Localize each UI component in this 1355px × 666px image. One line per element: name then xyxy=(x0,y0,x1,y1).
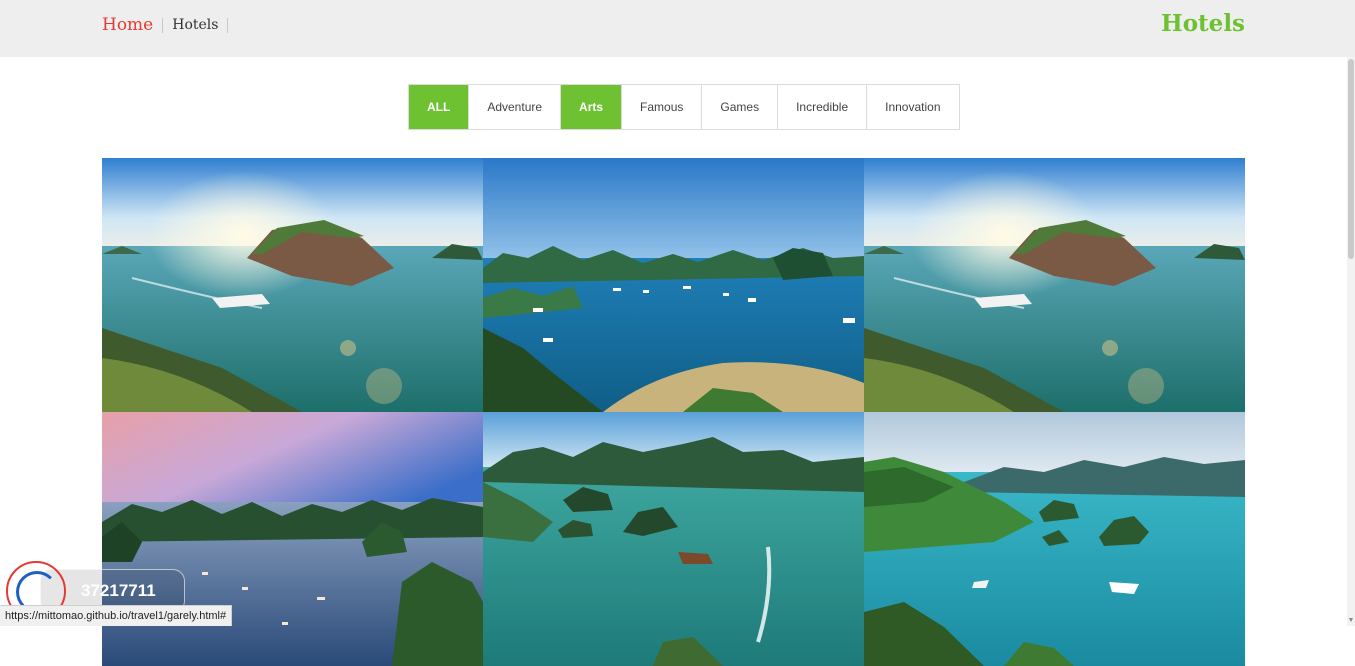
filter-famous-button[interactable]: Famous xyxy=(621,85,702,129)
filter-incredible-button[interactable]: Incredible xyxy=(777,85,867,129)
filter-innovation-button[interactable]: Innovation xyxy=(866,85,959,129)
gallery-photo[interactable] xyxy=(864,158,1245,412)
boats-bay-image xyxy=(483,158,864,412)
breadcrumb-separator xyxy=(227,17,229,33)
scrollbar-thumb[interactable] xyxy=(1348,59,1354,259)
page-title: Hotels xyxy=(1160,10,1245,37)
sunset-bay-image xyxy=(102,412,483,666)
filter-all-button[interactable]: ALL xyxy=(409,85,469,129)
gallery-photo[interactable] xyxy=(864,412,1245,666)
gallery-photo[interactable] xyxy=(483,412,864,666)
turquoise-bay-image xyxy=(864,412,1245,666)
gallery-photo[interactable] xyxy=(102,158,483,412)
islands-bay-image xyxy=(483,412,864,666)
breadcrumb: Home Hotels xyxy=(102,15,237,35)
filter-games-button[interactable]: Games xyxy=(701,85,778,129)
breadcrumb-current: Hotels xyxy=(172,17,219,33)
top-header: Home Hotels Hotels xyxy=(0,0,1355,57)
breadcrumb-separator xyxy=(162,17,164,33)
breadcrumb-home-link[interactable]: Home xyxy=(102,15,153,35)
photo-gallery xyxy=(102,158,1245,666)
filter-adventure-button[interactable]: Adventure xyxy=(468,85,561,129)
gallery-photo[interactable] xyxy=(102,412,483,666)
gallery-filter-bar: ALL Adventure Arts Famous Games Incredib… xyxy=(408,84,960,130)
filter-arts-button[interactable]: Arts xyxy=(560,85,622,129)
scroll-down-arrow-icon[interactable]: ▼ xyxy=(1347,616,1355,626)
seaplane-bay-image xyxy=(864,158,1245,412)
status-bar-url: https://mittomao.github.io/travel1/garel… xyxy=(0,605,233,626)
seaplane-bay-image xyxy=(102,158,483,412)
gallery-photo[interactable] xyxy=(483,158,864,412)
page-scrollbar[interactable]: ▼ xyxy=(1347,57,1355,626)
